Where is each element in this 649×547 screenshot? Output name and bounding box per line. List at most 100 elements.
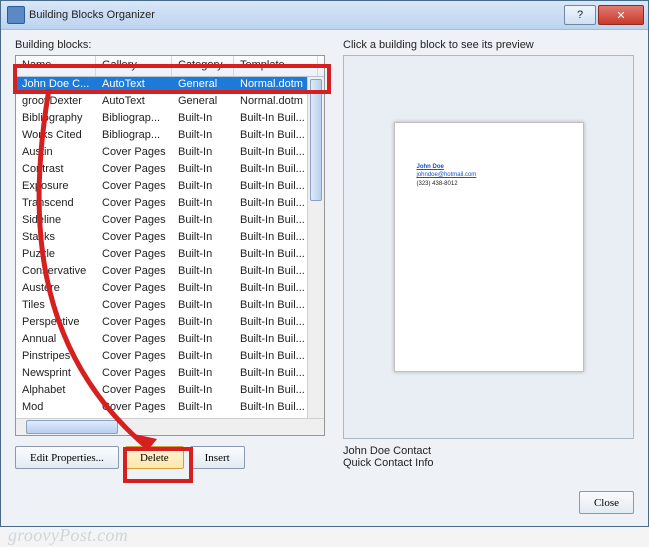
table-row[interactable]: NewsprintCover PagesBuilt-InBuilt-In Bui… — [16, 366, 324, 383]
col-name[interactable]: Name — [16, 56, 96, 76]
cell-category: Built-In — [172, 111, 234, 128]
table-row[interactable]: groovDexterAutoTextGeneralNormal.dotm — [16, 94, 324, 111]
cell-gallery: Cover Pages — [96, 298, 172, 315]
watermark: groovyPost.com — [8, 525, 128, 547]
table-row[interactable]: StacksCover PagesBuilt-InBuilt-In Buil..… — [16, 230, 324, 247]
table-row[interactable]: TilesCover PagesBuilt-InBuilt-In Buil... — [16, 298, 324, 315]
cell-category: Built-In — [172, 298, 234, 315]
preview-hint-label: Click a building block to see its previe… — [343, 39, 634, 51]
table-row[interactable]: ConservativeCover PagesBuilt-InBuilt-In … — [16, 264, 324, 281]
help-button[interactable]: ? — [564, 5, 596, 25]
table-row[interactable]: ModCover PagesBuilt-InBuilt-In Buil... — [16, 400, 324, 417]
cell-name: Alphabet — [16, 383, 96, 400]
cell-template: Built-In Buil... — [234, 298, 318, 315]
table-row[interactable]: John Doe C...AutoTextGeneralNormal.dotm — [16, 77, 324, 94]
app-icon — [7, 6, 25, 24]
cell-template: Built-In Buil... — [234, 213, 318, 230]
titlebar: Building Blocks Organizer ? ✕ — [1, 1, 648, 30]
table-row[interactable]: ExposureCover PagesBuilt-InBuilt-In Buil… — [16, 179, 324, 196]
cell-name: Exposure — [16, 179, 96, 196]
cell-template: Built-In Buil... — [234, 179, 318, 196]
cell-category: General — [172, 94, 234, 111]
cell-template: Built-In Buil... — [234, 383, 318, 400]
edit-properties-button[interactable]: Edit Properties... — [15, 446, 119, 469]
building-blocks-label: Building blocks: — [15, 39, 325, 51]
table-row[interactable]: TranscendCover PagesBuilt-InBuilt-In Bui… — [16, 196, 324, 213]
cell-gallery: Cover Pages — [96, 247, 172, 264]
cell-template: Built-In Buil... — [234, 162, 318, 179]
table-row[interactable]: SidelineCover PagesBuilt-InBuilt-In Buil… — [16, 213, 324, 230]
cell-category: Built-In — [172, 400, 234, 417]
preview-pane: John Doe johndoe@hotmail.com (323) 438-8… — [343, 55, 634, 439]
cell-category: Built-In — [172, 213, 234, 230]
table-row[interactable]: PuzzleCover PagesBuilt-InBuilt-In Buil..… — [16, 247, 324, 264]
cell-name: Pinstripes — [16, 349, 96, 366]
insert-button[interactable]: Insert — [190, 446, 245, 469]
cell-name: Tiles — [16, 298, 96, 315]
cell-gallery: AutoText — [96, 94, 172, 111]
horizontal-scrollbar[interactable] — [16, 418, 324, 435]
cell-category: Built-In — [172, 315, 234, 332]
cell-name: Conservative — [16, 264, 96, 281]
col-template[interactable]: Template — [234, 56, 318, 76]
dialog-window: Building Blocks Organizer ? ✕ Building b… — [0, 0, 649, 527]
cell-template: Built-In Buil... — [234, 111, 318, 128]
building-blocks-list[interactable]: Name Gallery Category Template John Doe … — [15, 55, 325, 436]
window-title: Building Blocks Organizer — [29, 9, 564, 21]
cell-gallery: Cover Pages — [96, 145, 172, 162]
cell-gallery: Cover Pages — [96, 179, 172, 196]
cell-gallery: Cover Pages — [96, 349, 172, 366]
cell-category: Built-In — [172, 332, 234, 349]
cell-name: Transcend — [16, 196, 96, 213]
scrollbar-thumb[interactable] — [310, 79, 322, 201]
table-row[interactable]: PinstripesCover PagesBuilt-InBuilt-In Bu… — [16, 349, 324, 366]
table-row[interactable]: AustereCover PagesBuilt-InBuilt-In Buil.… — [16, 281, 324, 298]
close-window-button[interactable]: ✕ — [598, 5, 644, 25]
cell-gallery: Cover Pages — [96, 315, 172, 332]
cell-gallery: Cover Pages — [96, 332, 172, 349]
cell-category: Built-In — [172, 247, 234, 264]
table-row[interactable]: Works CitedBibliograp...Built-InBuilt-In… — [16, 128, 324, 145]
cell-category: Built-In — [172, 417, 234, 418]
cell-name: Contrast — [16, 162, 96, 179]
cell-category: Built-In — [172, 349, 234, 366]
vertical-scrollbar[interactable] — [307, 77, 324, 418]
list-header[interactable]: Name Gallery Category Template — [16, 56, 324, 77]
cell-gallery: Cover Pages — [96, 230, 172, 247]
col-category[interactable]: Category — [172, 56, 234, 76]
table-row[interactable]: PerspectiveCover PagesBuilt-InBuilt-In B… — [16, 315, 324, 332]
cell-template: Built-In Buil... — [234, 196, 318, 213]
cell-template: Built-In Buil... — [234, 247, 318, 264]
cell-category: Built-In — [172, 128, 234, 145]
cell-gallery: AutoText — [96, 77, 172, 94]
cell-category: Built-In — [172, 366, 234, 383]
table-row[interactable]: BibliographyBibliograp...Built-InBuilt-I… — [16, 111, 324, 128]
cell-template: Built-In Buil... — [234, 400, 318, 417]
table-row[interactable]: AustinCover PagesBuilt-InBuilt-In Buil..… — [16, 145, 324, 162]
cell-name: Stacks — [16, 230, 96, 247]
cell-category: Built-In — [172, 281, 234, 298]
close-button[interactable]: Close — [579, 491, 634, 514]
cell-gallery: Cover Pages — [96, 213, 172, 230]
cell-name: Sideline — [16, 213, 96, 230]
table-row[interactable]: AnnualCover PagesBuilt-InBuilt-In Buil..… — [16, 332, 324, 349]
preview-doc-email: johndoe@hotmail.com — [417, 171, 561, 179]
cell-name: Austere — [16, 281, 96, 298]
cell-template: Built-In Buil... — [234, 264, 318, 281]
cell-template: Normal.dotm — [234, 77, 318, 94]
table-row[interactable]: ContrastCover PagesBuilt-InBuilt-In Buil… — [16, 162, 324, 179]
cell-name: Works Cited — [16, 128, 96, 145]
cell-name: Newsprint — [16, 366, 96, 383]
cell-category: Built-In — [172, 383, 234, 400]
cell-name: Puzzle — [16, 247, 96, 264]
cell-gallery: Cover Pages — [96, 196, 172, 213]
cell-gallery: Cover Pages — [96, 417, 172, 418]
table-row[interactable]: CubiclesCover PagesBuilt-InBuilt-In Buil… — [16, 417, 324, 418]
delete-button[interactable]: Delete — [125, 446, 184, 469]
scrollbar-thumb[interactable] — [26, 420, 118, 434]
cell-category: Built-In — [172, 230, 234, 247]
cell-template: Built-In Buil... — [234, 145, 318, 162]
table-row[interactable]: AlphabetCover PagesBuilt-InBuilt-In Buil… — [16, 383, 324, 400]
preview-name: John Doe Contact — [343, 445, 634, 457]
col-gallery[interactable]: Gallery — [96, 56, 172, 76]
